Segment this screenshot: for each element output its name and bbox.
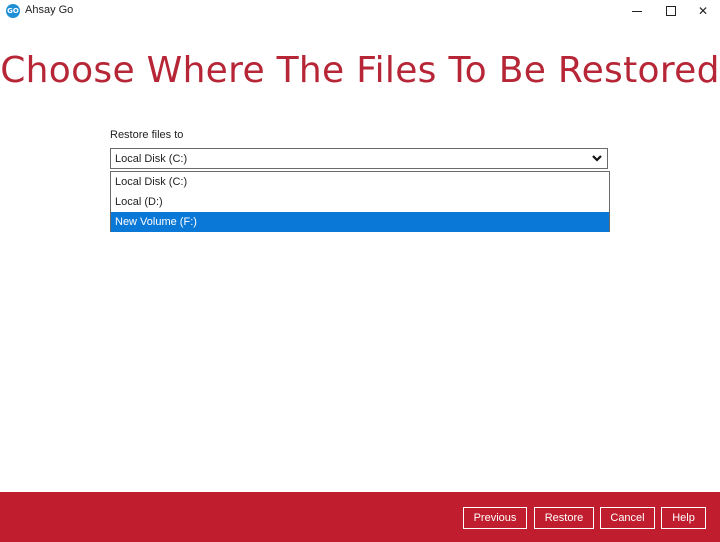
destination-dropdown-list: Local Disk (C:) Local (D:) New Volume (F… (110, 171, 610, 232)
restore-files-to-label: Restore files to (110, 129, 184, 141)
ahsay-go-logo-icon: GO (6, 4, 20, 18)
help-button[interactable]: Help (661, 507, 706, 529)
selected-destination-value: Local Disk (C:) (115, 153, 188, 165)
page-title: Choose Where The Files To Be Restored (0, 50, 720, 91)
dropdown-option-new-volume-f[interactable]: New Volume (F:) (111, 212, 609, 232)
chevron-down-icon (592, 155, 602, 162)
restore-button[interactable]: Restore (534, 507, 594, 529)
close-button[interactable]: ✕ (686, 0, 720, 22)
restore-destination-select[interactable]: Local Disk (C:) (110, 148, 608, 169)
minimize-icon (632, 10, 642, 12)
cancel-button[interactable]: Cancel (600, 507, 655, 529)
dropdown-option-local-d[interactable]: Local (D:) (111, 192, 609, 212)
minimize-button[interactable] (620, 0, 654, 22)
previous-button[interactable]: Previous (463, 507, 527, 529)
dropdown-option-local-disk-c[interactable]: Local Disk (C:) (111, 172, 609, 192)
close-icon: ✕ (697, 4, 709, 18)
window-title: Ahsay Go (25, 4, 74, 16)
title-bar: GO Ahsay Go ✕ (0, 0, 720, 22)
maximize-button[interactable] (654, 0, 688, 22)
maximize-icon (666, 6, 676, 16)
